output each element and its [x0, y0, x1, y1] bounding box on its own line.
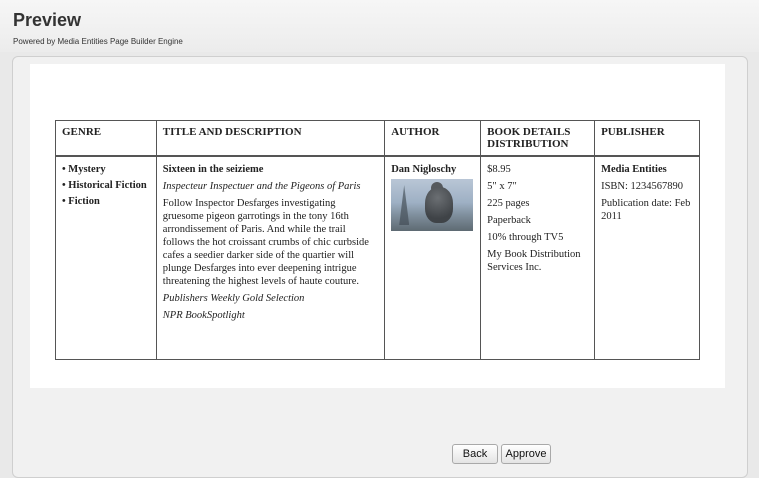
page-title: Preview — [13, 10, 82, 30]
approve-button[interactable]: Approve — [501, 444, 551, 464]
publisher-isbn: ISBN: 1234567890 — [601, 181, 684, 192]
column-header-author: AUTHOR — [384, 120, 482, 157]
detail-format: Paperback — [487, 215, 531, 226]
column-header-publisher: PUBLISHER — [594, 120, 700, 157]
eiffel-tower-shape — [399, 185, 410, 225]
detail-pages: 225 pages — [487, 198, 530, 209]
genre-item: • Historical Fiction — [62, 180, 147, 191]
book-table: GENRE TITLE AND DESCRIPTION AUTHOR BOOK … — [55, 120, 700, 360]
publication-date: Publication date: Feb 2011 — [601, 198, 691, 222]
award-text: NPR BookSpotlight — [162, 310, 245, 321]
book-title: Sixteen in the seizieme — [162, 164, 264, 175]
award-text: Publishers Weekly Gold Selection — [162, 293, 305, 304]
column-header-details: BOOK DETAILS DISTRIBUTION — [480, 120, 596, 157]
pigeon-body-shape — [425, 187, 454, 223]
header-bar: Preview Powered by Media Entities Page B… — [0, 0, 759, 52]
page-subtitle: Powered by Media Entities Page Builder E… — [13, 37, 183, 46]
detail-price: $8.95 — [487, 164, 511, 175]
genre-cell: • Mystery • Historical Fiction • Fiction — [55, 155, 157, 360]
genre-item: • Fiction — [62, 196, 100, 207]
detail-royalty: 10% through TV5 — [487, 232, 564, 243]
publisher-name: Media Entities — [601, 164, 667, 175]
author-name: Dan Nigloschy — [391, 164, 457, 175]
detail-size: 5" x 7" — [487, 181, 517, 192]
column-header-genre: GENRE — [55, 120, 157, 157]
title-cell: Sixteen in the seizieme Inspecteur Inspe… — [155, 155, 386, 360]
table-header-row: GENRE TITLE AND DESCRIPTION AUTHOR BOOK … — [55, 120, 700, 157]
book-description: Follow Inspector Desfarges investigating… — [162, 198, 369, 287]
pigeon-photo — [391, 179, 474, 231]
author-cell: Dan Nigloschy — [384, 155, 482, 360]
details-cell: $8.95 5" x 7" 225 pages Paperback 10% th… — [480, 155, 596, 360]
book-subtitle: Inspecteur Inspectuer and the Pigeons of… — [162, 181, 361, 192]
detail-distributor: My Book Distribution Services Inc. — [487, 249, 581, 273]
genre-item: • Mystery — [62, 164, 106, 175]
table-row: • Mystery • Historical Fiction • Fiction… — [55, 155, 700, 360]
column-header-title: TITLE AND DESCRIPTION — [155, 120, 386, 157]
back-button[interactable]: Back — [452, 444, 498, 464]
publisher-cell: Media Entities ISBN: 1234567890 Publicat… — [594, 155, 700, 360]
